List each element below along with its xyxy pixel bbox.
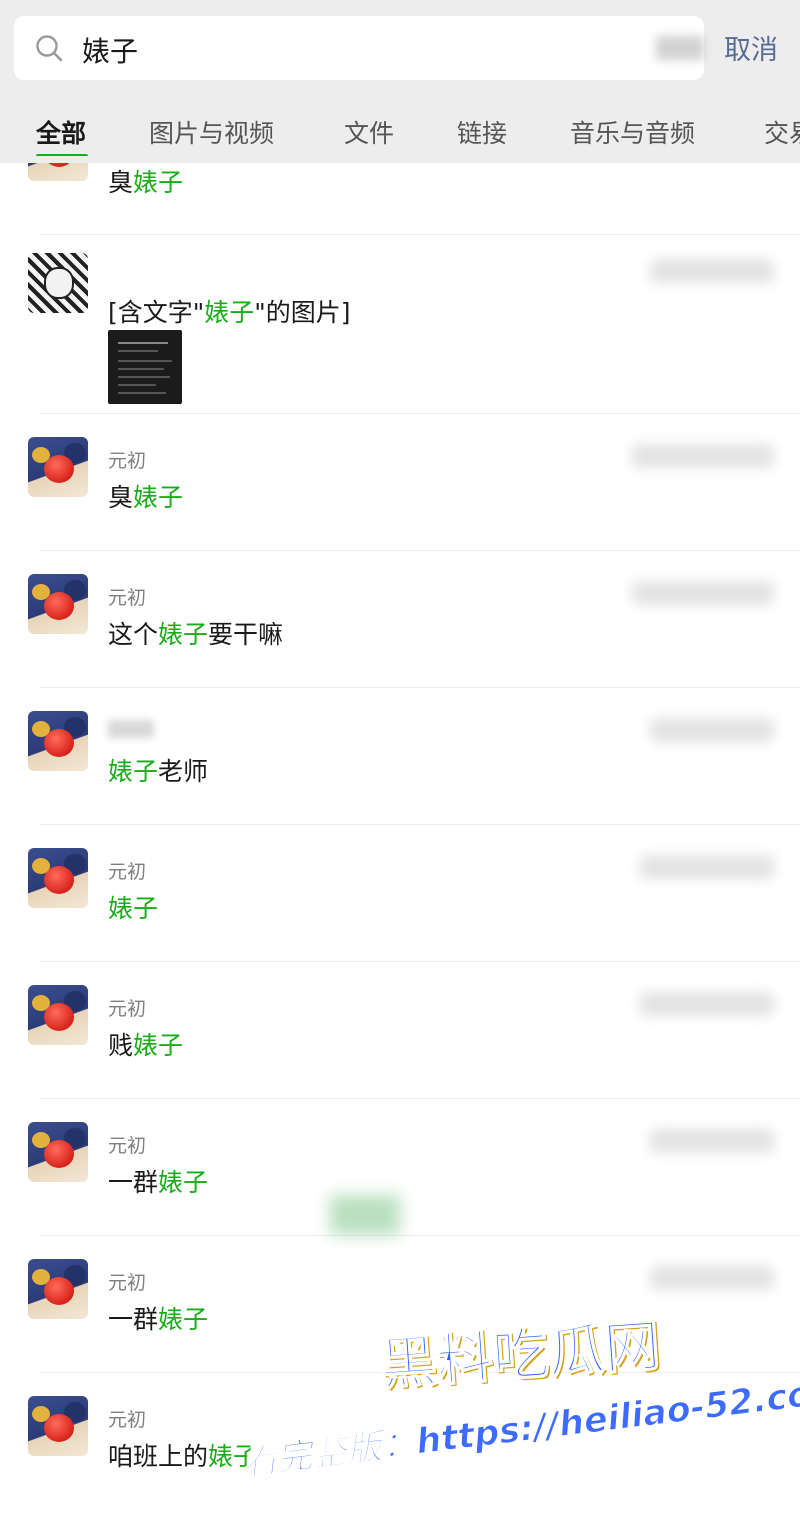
search-header: 婊子 取消 全部 图片与视频 文件 链接 音乐与音频 交易: [0, 0, 800, 163]
timestamp: [640, 992, 774, 1016]
tab-images-videos[interactable]: 图片与视频: [149, 114, 274, 150]
manga-avatar-icon: [28, 253, 88, 313]
list-item[interactable]: 元初 婊子: [0, 825, 800, 961]
image-thumbnail[interactable]: [108, 330, 182, 404]
timestamp: [632, 581, 774, 605]
fruit-icon: [28, 437, 88, 497]
tab-transactions[interactable]: 交易: [764, 114, 800, 150]
list-item[interactable]: 臭婊子: [0, 163, 800, 233]
clear-icon[interactable]: [656, 36, 704, 60]
sender-name: 元初: [108, 998, 147, 1020]
fruit-icon: [28, 163, 88, 181]
message-text: 臭婊子: [108, 168, 184, 197]
sender-name: 元初: [108, 450, 147, 472]
message-text: 咱班上的婊子: [108, 1442, 259, 1471]
fruit-icon: [28, 1122, 88, 1182]
sender-name: 元初: [108, 1272, 147, 1294]
toast-blur: [330, 1195, 400, 1235]
message-text: 婊子: [108, 894, 159, 923]
active-tab-indicator: [36, 154, 88, 156]
tab-files[interactable]: 文件: [344, 114, 394, 150]
sender-name: 元初: [108, 1409, 147, 1431]
timestamp: [632, 444, 774, 468]
timestamp: [650, 1129, 774, 1153]
list-item[interactable]: 元初 一群婊子: [0, 1099, 800, 1235]
message-text: 一群婊子: [108, 1305, 209, 1334]
fruit-icon: [28, 1259, 88, 1319]
cancel-button[interactable]: 取消: [724, 28, 778, 67]
message-text: [含文字"婊子"的图片]: [108, 298, 351, 327]
fruit-icon: [28, 1396, 88, 1456]
message-text: 一群婊子: [108, 1168, 209, 1197]
timestamp: [650, 1266, 774, 1290]
message-text: 婊子老师: [108, 757, 209, 786]
filter-tabs: 全部 图片与视频 文件 链接 音乐与音频 交易: [0, 106, 800, 156]
search-icon: [36, 35, 63, 62]
message-text: 臭婊子: [108, 483, 184, 512]
list-item[interactable]: 元初 贱婊子: [0, 962, 800, 1098]
tab-music-audio[interactable]: 音乐与音频: [570, 114, 695, 150]
fruit-icon: [28, 848, 88, 908]
timestamp: [640, 855, 774, 879]
sender-name: 元初: [108, 1135, 147, 1157]
timestamp: [650, 718, 774, 742]
timestamp: [650, 259, 774, 283]
message-text: 这个婊子要干嘛: [108, 620, 284, 649]
list-item[interactable]: 婊子老师: [0, 688, 800, 824]
tab-links[interactable]: 链接: [457, 114, 507, 150]
search-input[interactable]: 婊子: [82, 30, 138, 70]
fruit-icon: [28, 711, 88, 771]
fruit-icon: [28, 574, 88, 634]
sender-name: 元初: [108, 587, 147, 609]
list-item[interactable]: 元初 臭婊子: [0, 414, 800, 550]
list-item[interactable]: [含文字"婊子"的图片]: [0, 235, 800, 413]
sender-name: [108, 720, 154, 738]
fruit-icon: [28, 985, 88, 1045]
search-box[interactable]: 婊子: [14, 16, 704, 80]
sender-name: 元初: [108, 861, 147, 883]
message-text: 贱婊子: [108, 1031, 184, 1060]
list-item[interactable]: 元初 这个婊子要干嘛: [0, 551, 800, 687]
tab-all[interactable]: 全部: [36, 114, 86, 150]
